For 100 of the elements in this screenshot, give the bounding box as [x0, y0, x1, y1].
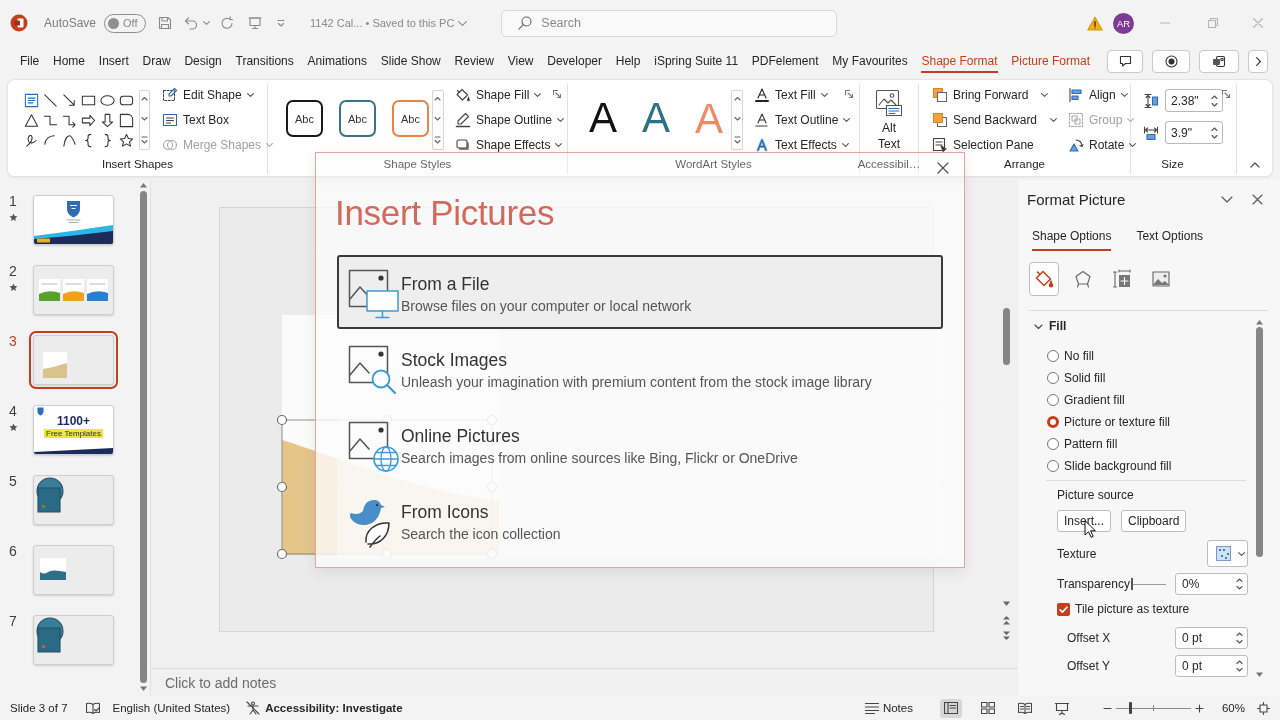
offset-field[interactable]: 0 pt	[1175, 655, 1248, 677]
ribbon-tab[interactable]: Shape Format	[921, 49, 998, 73]
ribbon-tab[interactable]: Help	[615, 49, 641, 73]
scroll-up-icon[interactable]	[139, 182, 148, 188]
slide-thumbnail[interactable]	[33, 545, 114, 595]
selection-handle[interactable]	[276, 548, 288, 560]
round-corner-shape-icon[interactable]	[118, 111, 135, 129]
fill-option[interactable]: Gradient fill	[1027, 389, 1255, 411]
notes-placeholder[interactable]: Click to add notes	[165, 674, 277, 691]
ribbon-tab[interactable]: Review	[454, 49, 494, 73]
fit-slide-icon[interactable]	[1257, 701, 1270, 715]
spinner-arrows-icon[interactable]	[1211, 93, 1218, 108]
save-icon[interactable]	[158, 16, 173, 30]
accessibility-status[interactable]: Accessibility: Investigate	[265, 702, 403, 714]
gallery-more-icon[interactable]	[732, 134, 742, 146]
normal-view-button[interactable]	[939, 698, 962, 718]
clipboard-button[interactable]: Clipboard	[1121, 510, 1187, 532]
shape-style-swatch[interactable]: Abc	[392, 100, 429, 137]
picture-source-option[interactable]: From a File Browse files on your computer or local network	[337, 255, 943, 329]
align-button[interactable]: Align	[1065, 82, 1140, 107]
slider-thumb[interactable]	[1129, 702, 1133, 714]
ribbon-tab[interactable]: Animations	[307, 49, 367, 73]
shape-outline-button[interactable]: Shape Outline	[451, 107, 567, 132]
shape-style-swatch[interactable]: Abc	[286, 100, 323, 137]
scroll-down-icon[interactable]	[732, 114, 742, 123]
close-icon[interactable]	[1252, 193, 1263, 205]
texture-dropdown[interactable]	[1207, 540, 1248, 567]
fill-option[interactable]: Slide background fill	[1027, 455, 1255, 477]
scroll-up-icon[interactable]	[732, 94, 742, 103]
block-down-arrow-icon[interactable]	[99, 111, 116, 129]
app-logo-icon[interactable]	[10, 14, 28, 32]
text-box-shape-icon[interactable]	[23, 91, 40, 109]
arrow-shape-icon[interactable]	[61, 91, 78, 109]
comments-button[interactable]	[1107, 49, 1143, 73]
gallery-more-icon[interactable]	[140, 134, 149, 146]
spinner-arrows-icon[interactable]	[1236, 577, 1243, 591]
shape-height-field[interactable]: 2.38"	[1165, 89, 1223, 112]
scroll-down-icon[interactable]	[1255, 672, 1264, 678]
pane-tab[interactable]: Text Options	[1136, 226, 1204, 251]
selection-pane-button[interactable]: Selection Pane	[929, 132, 1059, 157]
text-effects-button[interactable]: Text Effects	[751, 132, 854, 157]
radio-icon[interactable]	[1047, 416, 1059, 428]
shape-style-swatch[interactable]: Abc	[339, 100, 376, 137]
bring-forward-button[interactable]: Bring Forward	[929, 82, 1059, 107]
text-fill-button[interactable]: Text Fill	[751, 82, 854, 107]
ribbon-tab[interactable]: Transitions	[235, 49, 294, 73]
redo-icon[interactable]	[220, 16, 235, 30]
star-shape-icon[interactable]	[118, 131, 135, 149]
pane-options-chevron-icon[interactable]	[1221, 195, 1233, 203]
transparency-field[interactable]: 0%	[1175, 573, 1248, 595]
previous-slide-icon[interactable]	[1001, 615, 1011, 625]
warning-icon[interactable]	[1087, 15, 1103, 31]
radio-icon[interactable]	[1047, 394, 1059, 406]
spinner-arrows-icon[interactable]	[1236, 631, 1243, 645]
scroll-down-icon[interactable]	[433, 114, 443, 123]
shape-effects-button[interactable]: Shape Effects	[451, 132, 567, 157]
chevron-down-icon[interactable]	[458, 20, 468, 26]
next-slide-icon[interactable]	[1001, 631, 1011, 641]
fill-and-line-tab[interactable]	[1029, 262, 1059, 296]
selection-handle[interactable]	[381, 414, 393, 426]
rotate-button[interactable]: Rotate	[1065, 132, 1140, 157]
text-box-button[interactable]: Text Box	[159, 107, 277, 132]
fill-option[interactable]: Picture or texture fill	[1027, 411, 1255, 433]
selection-handle[interactable]	[276, 414, 288, 426]
scroll-down-icon[interactable]	[1001, 601, 1011, 607]
text-outline-button[interactable]: Text Outline	[751, 107, 854, 132]
spinner-arrows-icon[interactable]	[1211, 125, 1218, 140]
alt-text-button[interactable]: Alt Text	[866, 84, 912, 152]
selection-handle[interactable]	[276, 481, 288, 493]
ribbon-tab[interactable]: iSpring Suite 11	[654, 49, 739, 73]
scrollbar-thumb[interactable]	[1256, 327, 1263, 557]
spelling-check-icon[interactable]	[85, 701, 100, 715]
scroll-down-icon[interactable]	[140, 114, 149, 123]
ribbon-tab[interactable]: Insert	[98, 49, 129, 73]
ribbon-scroll-button[interactable]	[1248, 49, 1268, 73]
slide-thumbnail[interactable]: 1100+ Free Templates	[33, 405, 114, 455]
slide-thumbnail[interactable]	[33, 475, 114, 525]
scrollbar-thumb[interactable]	[140, 191, 147, 683]
shape-fill-button[interactable]: Shape Fill	[451, 82, 567, 107]
ribbon-tab[interactable]: Picture Format	[1011, 49, 1090, 73]
slide-thumbnail[interactable]	[33, 265, 114, 315]
ribbon-tab[interactable]: Draw	[142, 49, 171, 73]
fill-option[interactable]: Solid fill	[1027, 367, 1255, 389]
scrollbar-thumb[interactable]	[1002, 308, 1010, 365]
send-backward-button[interactable]: Send Backward	[929, 107, 1059, 132]
scroll-down-icon[interactable]	[139, 686, 148, 692]
line-shape-icon[interactable]	[42, 91, 59, 109]
ribbon-tab[interactable]: Developer	[547, 49, 602, 73]
offset-field[interactable]: 0 pt	[1175, 627, 1248, 649]
present-button[interactable]	[1199, 49, 1239, 73]
customize-toolbar-icon[interactable]	[276, 18, 287, 28]
caret-icon[interactable]	[203, 21, 211, 25]
ribbon-tab[interactable]: PDFelement	[751, 49, 819, 73]
wordart-style[interactable]: A	[637, 96, 675, 140]
radio-icon[interactable]	[1047, 372, 1059, 384]
radio-icon[interactable]	[1047, 350, 1059, 362]
wordart-style[interactable]: A	[584, 96, 622, 140]
ribbon-tab[interactable]: Slide Show	[380, 49, 441, 73]
zoom-level[interactable]: 60%	[1221, 702, 1245, 714]
slide-thumbnail[interactable]	[33, 195, 114, 245]
